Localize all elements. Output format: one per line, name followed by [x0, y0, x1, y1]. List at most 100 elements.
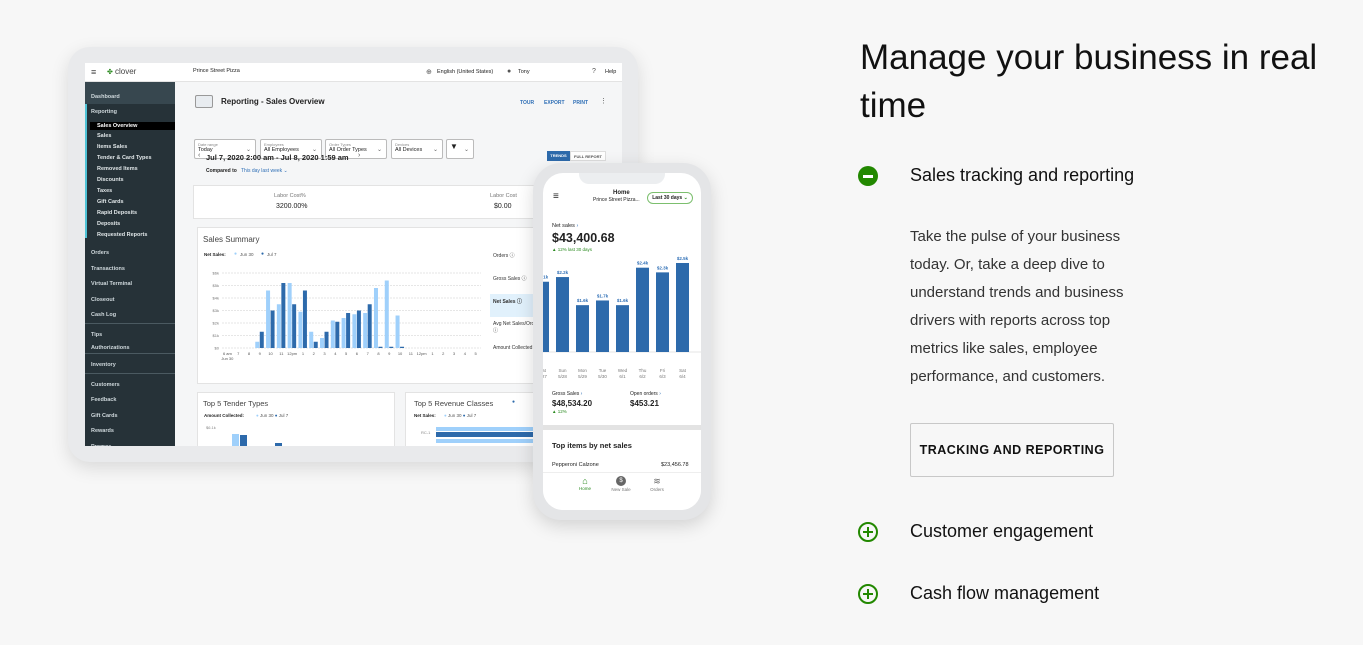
help-link[interactable]: Help: [605, 69, 616, 75]
y-tick-label: $6k: [213, 271, 219, 276]
hamburger-menu-icon[interactable]: ≡: [91, 67, 96, 77]
sidebar-item-cash-log[interactable]: Cash Log: [91, 312, 116, 318]
x-tick-label: 3: [453, 351, 456, 356]
nav-orders[interactable]: ≋ Orders: [645, 476, 669, 492]
bar-jul-7: [324, 331, 329, 348]
sidebar-subitem-sales[interactable]: Sales: [97, 133, 111, 139]
user-icon[interactable]: ●: [507, 68, 511, 75]
devices-dropdown[interactable]: Devices All Devices ⌄: [391, 139, 443, 159]
sidebar-subitem-gift-cards[interactable]: Gift Cards: [97, 199, 124, 205]
bar-label: $2.5k: [677, 256, 689, 261]
bar-jun-30: [309, 331, 314, 348]
bar-label: $1.6k: [577, 298, 589, 303]
menu-icon[interactable]: ≡: [553, 191, 559, 202]
x-tick-label: 1: [302, 351, 305, 356]
nav-new-sale[interactable]: $ New Sale: [607, 476, 635, 492]
layers-icon: ≋: [653, 476, 661, 486]
accordion-customer-engagement[interactable]: Customer engagement: [910, 521, 1093, 542]
date-label: 6/3: [659, 374, 666, 379]
trends-tab[interactable]: TRENDS: [547, 151, 570, 161]
expand-icon[interactable]: [858, 522, 878, 542]
sidebar-item-rewards[interactable]: Rewards: [91, 428, 114, 434]
open-orders-link[interactable]: Open orders ›: [630, 391, 661, 397]
bar-jun-30: [330, 320, 335, 348]
day-label: Thu: [639, 368, 647, 373]
date-range-pill[interactable]: Last 30 days ⌄: [647, 192, 693, 204]
x-tick-label: 5: [345, 351, 348, 356]
sidebar-item-feedback[interactable]: Feedback: [91, 397, 116, 403]
bar-jun-30: [298, 311, 303, 348]
chevron-down-icon: ⌄: [311, 147, 317, 153]
expand-icon[interactable]: [858, 584, 878, 604]
bar-jul-7: [356, 310, 361, 348]
sidebar-item-authorizations[interactable]: Authorizations: [91, 345, 130, 351]
sidebar-subitem-deposits[interactable]: Deposits: [97, 221, 120, 227]
sidebar-subitem-taxes[interactable]: Taxes: [97, 188, 112, 194]
kpi-label: Labor Cost: [490, 193, 517, 199]
previous-date-icon[interactable]: ‹: [198, 152, 200, 159]
phone-notch: [579, 173, 665, 184]
accordion-sales-tracking[interactable]: Sales tracking and reporting: [910, 165, 1134, 186]
sidebar-item-inventory[interactable]: Inventory: [91, 362, 116, 368]
more-options-icon[interactable]: ⋮: [600, 97, 607, 105]
sidebar-item-promos[interactable]: Promos: [91, 444, 111, 446]
user-name[interactable]: Tony: [518, 69, 530, 75]
sidebar-subitem-requested-reports[interactable]: Requested Reports: [97, 232, 147, 238]
export-button[interactable]: EXPORT: [544, 100, 565, 106]
sales-summary-card: Sales Summary Net Sales: ● Jun 30 ● Jul …: [197, 227, 542, 384]
tour-button[interactable]: TOUR: [520, 100, 534, 106]
compared-dropdown[interactable]: This day last week ⌄: [241, 168, 288, 174]
gross-sales-link[interactable]: Gross Sales ›: [552, 391, 582, 397]
info-icon[interactable]: ●: [512, 399, 515, 405]
tracking-reporting-button[interactable]: TRACKING AND REPORTING: [910, 423, 1114, 477]
sidebar-subitem-tender-card-types[interactable]: Tender & Card Types: [97, 155, 152, 161]
sidebar-subitem-items-sales[interactable]: Items Sales: [97, 144, 127, 150]
sidebar-item-reporting[interactable]: Reporting: [91, 109, 117, 115]
sidebar-subitem-discounts[interactable]: Discounts: [97, 177, 124, 183]
sidebar-item-orders[interactable]: Orders: [91, 250, 109, 256]
date-label: 5/29: [578, 374, 587, 379]
chevron-down-icon: ⌄: [245, 147, 251, 153]
gross-sales-change: ▲ 12%: [552, 409, 567, 414]
sidebar-subitem-rapid-deposits[interactable]: Rapid Deposits: [97, 210, 137, 216]
sidebar-item-tips[interactable]: Tips: [91, 332, 102, 338]
bar-jun-30: [363, 313, 368, 348]
sidebar-item-closeout[interactable]: Closeout: [91, 297, 115, 303]
filter-icon: ▼: [450, 142, 458, 151]
sidebar-item-customers[interactable]: Customers: [91, 382, 120, 388]
globe-icon[interactable]: ⊕: [426, 68, 432, 76]
chevron-down-icon: ⌄: [376, 147, 382, 153]
bar-jul-7: [346, 313, 351, 348]
kpi-value: 3200.00%: [276, 203, 308, 210]
bar-jun-30: [395, 315, 400, 348]
sidebar-item-gift-cards[interactable]: Gift Cards: [91, 413, 118, 419]
bar-jul-7: [292, 304, 297, 348]
sidebar-item-virtual-terminal[interactable]: Virtual Terminal: [91, 281, 132, 287]
filter-button[interactable]: ▼ ⌄: [446, 139, 474, 159]
full-report-tab[interactable]: FULL REPORT: [570, 151, 606, 161]
x-tick-label: 11: [409, 351, 414, 356]
collapse-icon[interactable]: [858, 166, 878, 186]
language-selector[interactable]: English (United States): [437, 69, 493, 75]
x-tick-sublabel: Jun 30: [221, 356, 234, 361]
card-title: Top 5 Tender Types: [203, 399, 269, 408]
help-icon[interactable]: ?: [592, 68, 596, 75]
legend-label: Net Sales:: [414, 413, 436, 418]
page-title: Reporting - Sales Overview: [221, 97, 325, 106]
sidebar-subitem-removed-items[interactable]: Removed Items: [97, 166, 138, 172]
bar-jul-7: [259, 331, 264, 348]
date-label: 5/28: [558, 374, 567, 379]
date-label: 6/1: [619, 374, 626, 379]
nav-home[interactable]: ⌂ Home: [573, 476, 597, 491]
accordion-cash-flow[interactable]: Cash flow management: [910, 583, 1099, 604]
sidebar-item-dashboard[interactable]: Dashboard: [91, 94, 120, 100]
y-tick-label: $0: [215, 346, 220, 351]
print-button[interactable]: PRINT: [573, 100, 588, 106]
sidebar-subitem-sales-overview[interactable]: Sales Overview: [90, 122, 175, 130]
sidebar-item-transactions[interactable]: Transactions: [91, 266, 125, 272]
merchant-name: Prince Street Pizza: [193, 68, 240, 74]
net-sales-link[interactable]: Net sales ›: [552, 223, 578, 229]
next-date-icon[interactable]: ›: [358, 152, 360, 159]
bar-jul-7: [313, 341, 318, 348]
kpi-label: Labor Cost%: [274, 193, 306, 199]
